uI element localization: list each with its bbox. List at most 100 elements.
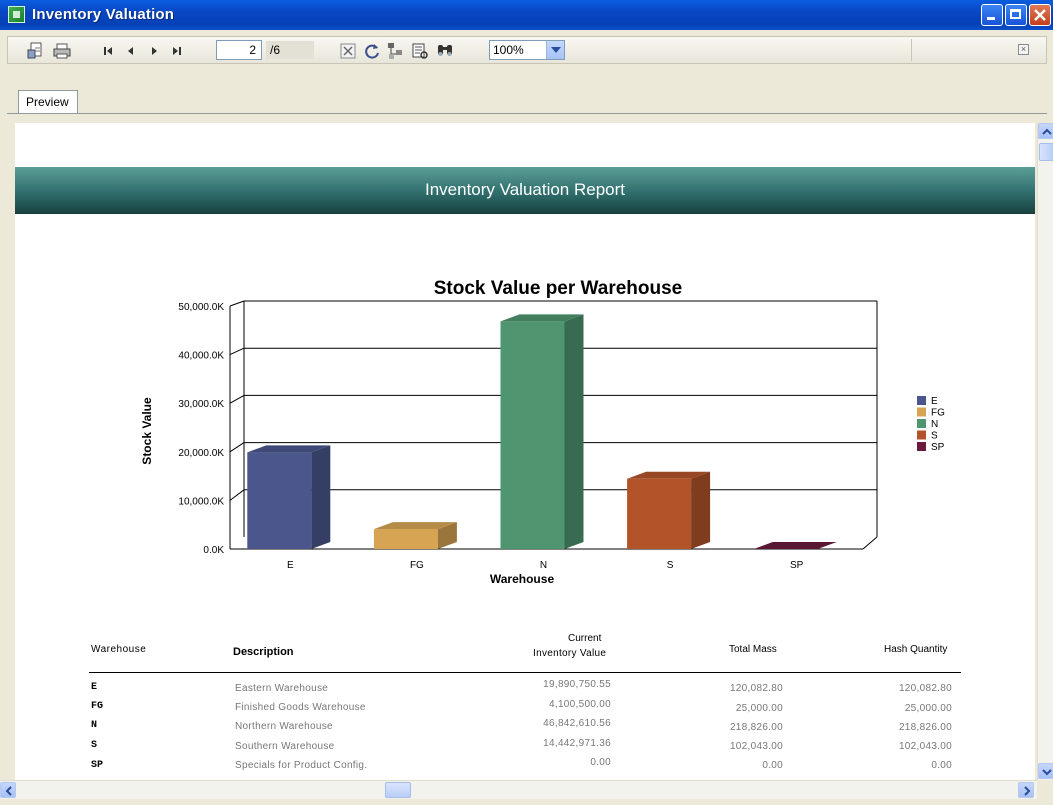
legend-label: S [931, 431, 938, 442]
tab-divider [7, 113, 1047, 114]
group-tree-button[interactable] [386, 41, 406, 61]
refresh-button[interactable] [362, 41, 382, 61]
horizontal-scrollbar[interactable] [0, 780, 1037, 799]
window-title: Inventory Valuation [32, 6, 175, 23]
zoom-select[interactable]: 100% [489, 40, 565, 60]
scroll-right-button[interactable] [1018, 782, 1034, 798]
x-axis-title: Warehouse [490, 572, 555, 586]
row-mass: 102,043.00 [729, 741, 783, 752]
row-code: S [91, 740, 98, 751]
export-button[interactable] [25, 41, 45, 61]
scroll-down-button[interactable] [1038, 763, 1053, 779]
bar-front [247, 452, 312, 549]
row-description: Specials for Product Config. [235, 760, 368, 771]
legend-swatch [917, 442, 926, 451]
y-tick-label: 50,000.0K [178, 302, 224, 313]
bar-front [627, 478, 692, 549]
row-mass: 0.00 [762, 760, 783, 771]
close-report-icon [340, 43, 356, 59]
bar-top [753, 542, 837, 549]
floor-edge [862, 536, 878, 550]
row-hash: 102,043.00 [898, 741, 952, 752]
vertical-scroll-thumb[interactable] [1039, 143, 1053, 161]
row-code: SP [91, 760, 104, 771]
legend-swatch [917, 430, 926, 440]
vertical-scrollbar[interactable] [1037, 123, 1053, 780]
previous-page-button[interactable] [121, 41, 141, 61]
gridline-depth [229, 347, 245, 356]
row-code: N [91, 720, 98, 731]
header-current: Current [568, 633, 602, 644]
next-page-button[interactable] [144, 41, 164, 61]
group-tree-icon [388, 43, 402, 59]
report-preview-area: Inventory Valuation Report Stock Value p… [15, 123, 1035, 780]
row-description: Northern Warehouse [235, 721, 333, 732]
minimize-button[interactable] [981, 4, 1003, 26]
row-mass: 218,826.00 [729, 722, 783, 733]
row-mass: 120,082.80 [729, 683, 783, 694]
first-page-button[interactable] [98, 41, 118, 61]
next-page-icon [152, 47, 157, 55]
print-button[interactable] [52, 41, 72, 61]
app-icon [8, 6, 25, 23]
last-page-button[interactable] [167, 41, 187, 61]
row-description: Eastern Warehouse [235, 683, 329, 694]
row-hash: 0.00 [931, 760, 952, 771]
zoom-value: 100% [493, 43, 524, 57]
row-value: 19,890,750.55 [543, 679, 611, 690]
bar-side [564, 314, 584, 549]
bar-side [691, 471, 711, 549]
chart-title: Stock Value per Warehouse [434, 278, 683, 299]
bar-front [373, 529, 438, 549]
page-total: /6 [266, 41, 314, 59]
legend-label: N [931, 419, 938, 430]
legend-label: E [931, 396, 938, 407]
header-underline [89, 672, 961, 673]
toolbar-row: 2 /6 100% × [7, 36, 1047, 64]
row-mass: 25,000.00 [735, 703, 783, 714]
gridline-depth [229, 300, 245, 307]
header-inventory-value: Inventory Value [533, 648, 607, 659]
horizontal-scroll-thumb[interactable] [385, 782, 411, 798]
bar-side [311, 445, 331, 549]
row-hash: 25,000.00 [904, 703, 952, 714]
page-number-input[interactable]: 2 [216, 40, 262, 60]
close-window-button[interactable] [1029, 4, 1051, 26]
stop-button[interactable] [338, 41, 358, 61]
row-code: E [91, 682, 98, 693]
chevron-up-icon [1042, 128, 1052, 135]
row-description: Southern Warehouse [235, 741, 335, 752]
chevron-right-icon [1024, 786, 1031, 796]
header-warehouse: Warehouse [91, 644, 147, 655]
header-hash-quantity: Hash Quantity [884, 644, 948, 655]
search-text-button[interactable] [435, 41, 455, 61]
x-tick-label: S [667, 560, 674, 571]
refresh-icon [365, 44, 379, 59]
toolbar: 2 /6 100% × Preview [0, 30, 1053, 114]
x-tick-label: SP [790, 560, 804, 571]
zoom-page-button[interactable] [410, 41, 430, 61]
row-hash: 218,826.00 [898, 722, 952, 733]
chevron-left-icon [5, 786, 12, 796]
maximize-button[interactable] [1005, 4, 1027, 26]
y-tick-label: 10,000.0K [178, 496, 224, 507]
chevron-down-icon[interactable] [546, 41, 564, 59]
x-tick-label: E [287, 560, 294, 571]
legend-swatch [917, 407, 926, 417]
row-hash: 120,082.80 [898, 683, 952, 694]
row-code: FG [91, 701, 104, 712]
toolbar-separator [911, 39, 912, 61]
stock-value-chart: Stock Value per Warehouse 0.0K 10,000.0K 20… [140, 278, 945, 586]
gridline-depth [229, 394, 245, 404]
scroll-up-button[interactable] [1038, 123, 1053, 139]
print-icon [53, 43, 71, 59]
tab-preview[interactable]: Preview [18, 90, 78, 114]
zoom-page-icon [412, 43, 428, 59]
close-view-icon[interactable]: × [1018, 44, 1029, 55]
bar-front [500, 321, 565, 549]
export-icon [27, 42, 42, 59]
row-value: 14,442,971.36 [543, 738, 611, 749]
close-icon [1034, 9, 1046, 21]
row-value: 4,100,500.00 [549, 699, 611, 710]
scroll-left-button[interactable] [0, 782, 16, 798]
